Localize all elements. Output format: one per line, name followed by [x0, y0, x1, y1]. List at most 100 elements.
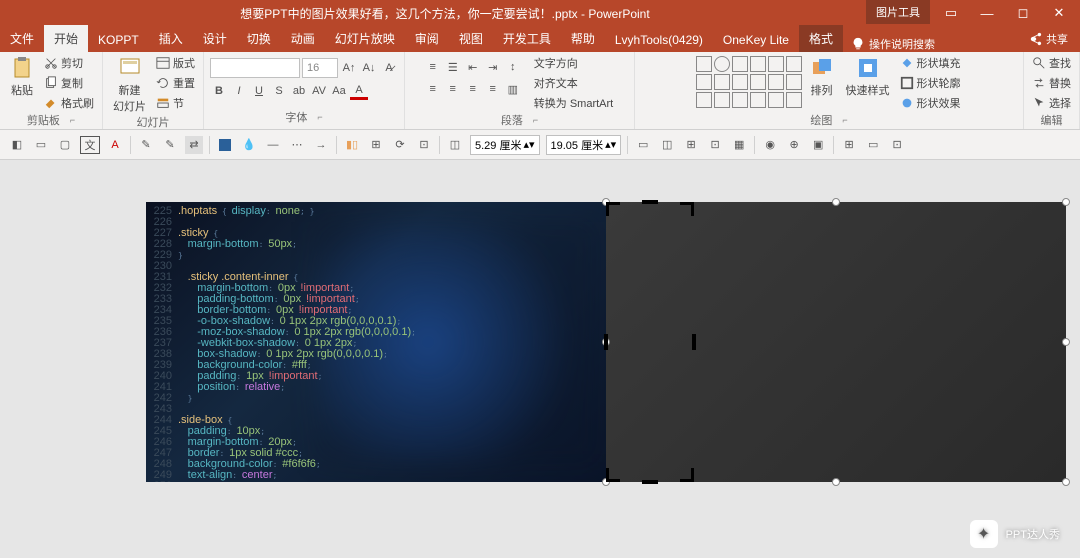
quick-styles-button[interactable]: 快速样式 [842, 54, 894, 100]
bold-button[interactable]: B [210, 82, 228, 100]
resize-handle[interactable] [1062, 338, 1070, 346]
tell-me[interactable]: 操作说明搜索 [851, 36, 935, 52]
tab-home[interactable]: 开始 [44, 25, 88, 52]
qat-rotate-icon[interactable]: ⟳ [391, 136, 409, 154]
tab-format[interactable]: 格式 [799, 25, 843, 52]
tab-file[interactable]: 文件 [0, 25, 44, 52]
font-dialog-launcher[interactable]: ⌐ [317, 112, 322, 122]
new-slide-button[interactable]: 新建 幻灯片 [109, 54, 150, 116]
font-name-combo[interactable] [210, 58, 300, 78]
tab-review[interactable]: 审阅 [405, 25, 449, 52]
bullets-button[interactable]: ≡ [424, 58, 442, 76]
line-spacing-button[interactable]: ↕ [504, 58, 522, 76]
crop-corner-tr[interactable] [678, 202, 694, 218]
minimize-button[interactable]: — [974, 6, 1000, 21]
tab-insert[interactable]: 插入 [149, 25, 193, 52]
tab-koppt[interactable]: KOPPT [88, 28, 149, 52]
clear-format-button[interactable]: A̷ [380, 59, 398, 77]
justify-button[interactable]: ≡ [484, 80, 502, 98]
qat-more-8[interactable]: ▣ [809, 136, 827, 154]
qat-copy-icon[interactable]: ◫ [446, 136, 464, 154]
qat-line-2[interactable]: ⋯ [288, 136, 306, 154]
qat-pen-3[interactable]: ⇄ [185, 136, 203, 154]
strike-button[interactable]: S [270, 82, 288, 100]
tab-transition[interactable]: 切换 [237, 25, 281, 52]
qat-arrow-icon[interactable]: → [312, 136, 330, 154]
qat-more-7[interactable]: ⊕ [785, 136, 803, 154]
shapes-gallery[interactable] [696, 54, 802, 108]
crop-corner-br[interactable] [678, 466, 694, 482]
tab-onekey[interactable]: OneKey Lite [713, 28, 799, 52]
qat-more-5[interactable]: ▦ [730, 136, 748, 154]
paste-button[interactable]: 粘贴 [6, 54, 38, 100]
crop-side-right[interactable] [692, 334, 696, 350]
qat-more-3[interactable]: ⊞ [682, 136, 700, 154]
drawing-dialog-launcher[interactable]: ⌐ [842, 115, 847, 125]
slide-content[interactable]: 225.hoptats { display: none; } 226 227.s… [146, 202, 1066, 482]
qat-eyedropper-icon[interactable]: 💧 [240, 136, 258, 154]
crop-side-left[interactable] [604, 334, 608, 350]
qat-btn-1[interactable]: ◧ [8, 136, 26, 154]
qat-btn-5[interactable]: A [106, 136, 124, 154]
underline-button[interactable]: U [250, 82, 268, 100]
align-right-button[interactable]: ≡ [464, 80, 482, 98]
indent-dec-button[interactable]: ⇤ [464, 58, 482, 76]
columns-button[interactable]: ▥ [504, 80, 522, 98]
height-input[interactable]: 5.29 厘米▴▾ [470, 135, 540, 155]
case-button[interactable]: Aa [330, 82, 348, 100]
spacing-button[interactable]: AV [310, 82, 328, 100]
shape-outline-button[interactable]: 形状轮廓 [898, 74, 963, 92]
shape-fill-button[interactable]: 形状填充 [898, 54, 963, 72]
shrink-font-button[interactable]: A↓ [360, 59, 378, 77]
cut-button[interactable]: 剪切 [42, 54, 96, 72]
clipboard-dialog-launcher[interactable]: ⌐ [70, 115, 75, 125]
close-button[interactable]: ✕ [1046, 5, 1072, 21]
qat-pen-2[interactable]: ✎ [161, 136, 179, 154]
indent-inc-button[interactable]: ⇥ [484, 58, 502, 76]
qat-textbox-icon[interactable]: 文 [80, 136, 100, 154]
qat-color-1[interactable] [216, 136, 234, 154]
shape-effects-button[interactable]: 形状效果 [898, 94, 963, 112]
ribbon-options-icon[interactable]: ▭ [938, 5, 964, 21]
layout-button[interactable]: 版式 [154, 54, 197, 72]
select-button[interactable]: 选择 [1030, 94, 1073, 112]
tab-animation[interactable]: 动画 [281, 25, 325, 52]
font-size-combo[interactable]: 16 [302, 58, 338, 78]
right-image[interactable] [606, 202, 1066, 482]
tab-lvyhtools[interactable]: LvyhTools(0429) [605, 28, 713, 52]
resize-handle[interactable] [832, 478, 840, 486]
italic-button[interactable]: I [230, 82, 248, 100]
qat-pen-1[interactable]: ✎ [137, 136, 155, 154]
maximize-button[interactable]: ◻ [1010, 5, 1036, 21]
crop-side-bottom[interactable] [642, 480, 658, 484]
qat-more-1[interactable]: ▭ [634, 136, 652, 154]
qat-more-2[interactable]: ◫ [658, 136, 676, 154]
qat-more-9[interactable]: ⊞ [840, 136, 858, 154]
qat-align-icon[interactable]: ⊞ [367, 136, 385, 154]
font-color-button[interactable]: A [350, 82, 368, 100]
resize-handle[interactable] [832, 198, 840, 206]
para-dialog-launcher[interactable]: ⌐ [533, 115, 538, 125]
text-direction-button[interactable]: 文字方向 [532, 54, 615, 72]
crop-side-top[interactable] [642, 200, 658, 204]
share-button[interactable]: 共享 [1016, 26, 1080, 52]
qat-btn-3[interactable]: ▢ [56, 136, 74, 154]
crop-corner-tl[interactable] [606, 202, 622, 218]
tab-slideshow[interactable]: 幻灯片放映 [325, 25, 405, 52]
width-input[interactable]: 19.05 厘米▴▾ [546, 135, 622, 155]
format-painter-button[interactable]: 格式刷 [42, 94, 96, 112]
arrange-button[interactable]: 排列 [806, 54, 838, 100]
convert-smartart-button[interactable]: 转换为 SmartArt [532, 94, 615, 112]
resize-handle[interactable] [1062, 478, 1070, 486]
qat-more-4[interactable]: ⊡ [706, 136, 724, 154]
align-text-button[interactable]: 对齐文本 [532, 74, 615, 92]
numbering-button[interactable]: ☰ [444, 58, 462, 76]
qat-group-icon[interactable]: ⊡ [415, 136, 433, 154]
section-button[interactable]: 节 [154, 94, 197, 112]
qat-more-6[interactable]: ◉ [761, 136, 779, 154]
replace-button[interactable]: 替换 [1030, 74, 1073, 92]
left-image[interactable]: 225.hoptats { display: none; } 226 227.s… [146, 202, 606, 482]
tab-view[interactable]: 视图 [449, 25, 493, 52]
qat-more-10[interactable]: ▭ [864, 136, 882, 154]
crop-corner-bl[interactable] [606, 466, 622, 482]
